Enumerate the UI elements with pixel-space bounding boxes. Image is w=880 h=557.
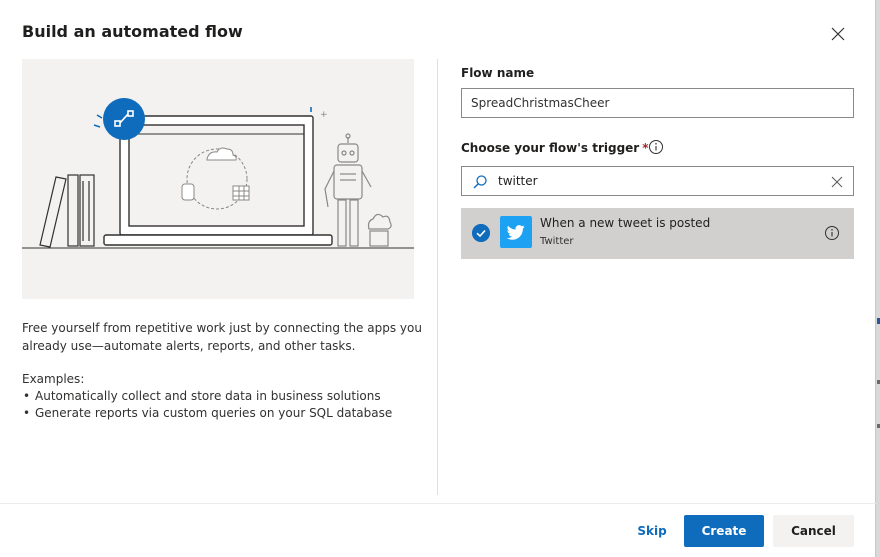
dialog-title: Build an automated flow: [22, 22, 243, 41]
build-automated-flow-dialog: Build an automated flow + Free yourself …: [0, 0, 876, 557]
trigger-search-box[interactable]: twitter: [461, 166, 854, 196]
dialog-description: Free yourself from repetitive work just …: [22, 321, 422, 353]
search-icon: [473, 175, 487, 189]
example-item: Generate reports via custom queries on y…: [22, 405, 392, 422]
examples-heading: Examples:: [22, 372, 85, 386]
trigger-label-text: Choose your flow's trigger: [461, 141, 640, 155]
twitter-bird-icon: [507, 224, 525, 240]
twitter-connector-tile: [500, 216, 532, 248]
info-icon[interactable]: [648, 139, 664, 155]
column-divider: [437, 59, 438, 495]
create-button[interactable]: Create: [684, 515, 764, 547]
trigger-option-title: When a new tweet is posted: [540, 216, 711, 230]
flow-name-input[interactable]: SpreadChristmasCheer: [461, 88, 854, 118]
close-icon: [831, 27, 845, 41]
trigger-option-new-tweet[interactable]: When a new tweet is posted Twitter: [461, 208, 854, 259]
checkmark-icon: [472, 224, 490, 242]
flow-illustration: +: [22, 59, 414, 299]
trigger-option-connector: Twitter: [540, 236, 574, 247]
info-icon[interactable]: [824, 225, 840, 241]
flow-name-label: Flow name: [461, 66, 535, 80]
clear-icon[interactable]: [830, 175, 844, 189]
footer-divider: [0, 503, 876, 504]
skip-button[interactable]: Skip: [627, 515, 677, 547]
trigger-label: Choose your flow's trigger *: [461, 141, 649, 155]
examples-list: Automatically collect and store data in …: [22, 388, 392, 422]
svg-text:+: +: [320, 110, 328, 120]
cancel-button[interactable]: Cancel: [773, 515, 854, 547]
laptop-illustration: +: [22, 98, 414, 249]
search-input[interactable]: twitter: [498, 167, 538, 195]
background-overlay: [876, 0, 880, 557]
example-item: Automatically collect and store data in …: [22, 388, 392, 405]
close-button[interactable]: [826, 22, 850, 46]
